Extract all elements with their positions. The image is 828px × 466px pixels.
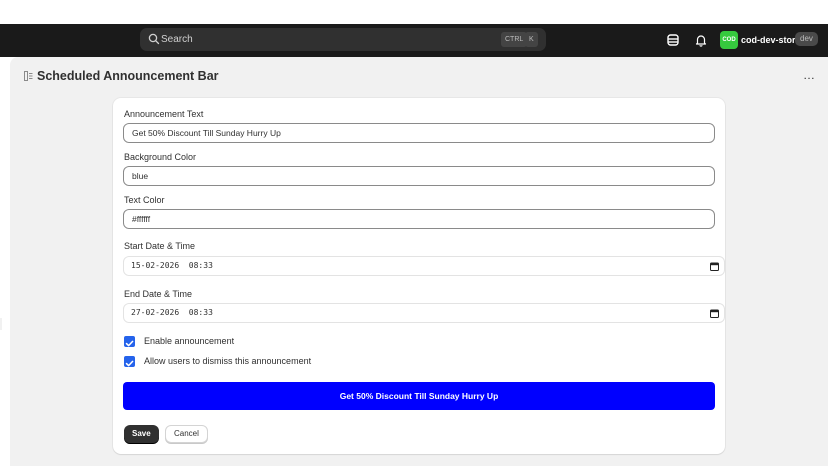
search-bar[interactable]: Search CTRL K: [140, 28, 546, 51]
text-color-input[interactable]: #ffffff: [123, 209, 715, 229]
announcement-text-input[interactable]: Get 50% Discount Till Sunday Hurry Up: [123, 123, 715, 143]
bell-icon[interactable]: [693, 32, 709, 48]
start-datetime-input[interactable]: 15-02-2026 08:33: [123, 256, 725, 276]
calendar-icon[interactable]: [710, 309, 719, 318]
main-content: Scheduled Announcement Bar … Announcemen…: [10, 57, 828, 466]
end-datetime-value: 27-02-2026 08:33: [131, 308, 213, 317]
search-placeholder: Search: [161, 34, 193, 45]
storage-icon[interactable]: [665, 32, 681, 48]
search-icon: [148, 33, 160, 45]
end-datetime-label: End Date & Time: [124, 289, 193, 299]
calendar-icon[interactable]: [710, 262, 719, 271]
enable-announcement-label: Enable announcement: [144, 336, 235, 346]
end-datetime-input[interactable]: 27-02-2026 08:33: [123, 303, 725, 323]
start-datetime-label: Start Date & Time: [124, 241, 196, 251]
start-datetime-value: 15-02-2026 08:33: [131, 261, 213, 270]
edge-handle: [0, 318, 2, 330]
save-button[interactable]: Save: [124, 425, 159, 443]
page-title: Scheduled Announcement Bar: [37, 69, 219, 83]
store-name: cod-dev-store: [741, 35, 801, 45]
background-color-label: Background Color: [124, 152, 197, 162]
text-color-label: Text Color: [124, 195, 165, 205]
background-color-input[interactable]: blue: [123, 166, 715, 186]
store-badge: dev: [795, 32, 818, 46]
cancel-button[interactable]: Cancel: [165, 425, 208, 443]
announcement-text-label: Announcement Text: [124, 109, 204, 119]
shortcut-k-key: K: [525, 32, 538, 47]
more-actions-button[interactable]: …: [803, 69, 816, 81]
enable-announcement-checkbox[interactable]: [124, 336, 135, 347]
allow-dismiss-label: Allow users to dismiss this announcement: [144, 356, 312, 366]
store-avatar: COD: [720, 31, 738, 49]
top-bar: Search CTRL K COD cod-dev-store dev: [0, 24, 828, 57]
announcement-preview-bar: Get 50% Discount Till Sunday Hurry Up: [123, 382, 715, 410]
allow-dismiss-checkbox[interactable]: [124, 356, 135, 367]
shortcut-ctrl-key: CTRL: [501, 32, 528, 47]
checkmark-icon: [125, 360, 134, 367]
page-icon: [24, 71, 33, 81]
announcement-form-card: Announcement Text Get 50% Discount Till …: [113, 98, 725, 454]
checkmark-icon: [125, 340, 134, 347]
